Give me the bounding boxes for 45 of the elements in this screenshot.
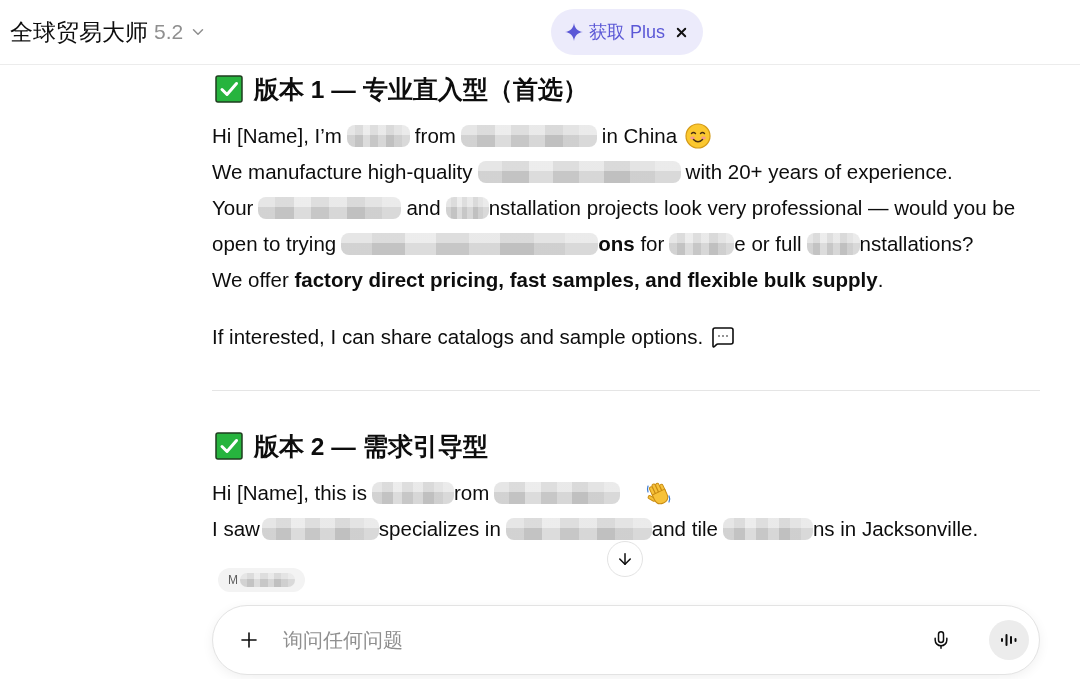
message-composer[interactable]: 询问任何问题 (212, 605, 1040, 675)
message-text: and (406, 196, 441, 220)
microphone-icon (931, 630, 951, 650)
message-text: Your (212, 196, 254, 220)
message-text: specializes in (378, 517, 501, 541)
checkmark-icon (215, 432, 243, 460)
citation-label: M (228, 573, 238, 587)
message-text: in China (601, 124, 678, 148)
message-text: nstallations? (859, 232, 974, 256)
smiling-face-icon (685, 123, 712, 149)
message-text: rom (453, 481, 490, 505)
redacted-blur (445, 197, 489, 219)
microphone-button[interactable] (931, 630, 951, 650)
speech-bubble-icon (711, 325, 736, 349)
sparkle-icon (565, 23, 583, 41)
redacted-blur (240, 573, 295, 587)
model-selector-button[interactable]: 全球贸易大师 5.2 (10, 16, 208, 48)
voice-mode-button[interactable] (989, 620, 1029, 660)
message-text: with 20+ years of experience. (685, 160, 953, 184)
arrow-down-icon (616, 550, 634, 568)
message-text: open to trying (212, 232, 337, 256)
redacted-blur (806, 233, 860, 255)
message-text: e or full (734, 232, 802, 256)
citation-chip[interactable]: M (218, 568, 305, 592)
message-input[interactable]: 询问任何问题 (281, 622, 915, 658)
message-text: Hi [Name], this is (212, 481, 367, 505)
message-text: We offer factory direct pricing, fast samples, and flexible bulk supply. (212, 268, 884, 292)
message-text: Hi [Name], I’m (212, 124, 342, 148)
message-text: and tile (651, 517, 718, 541)
message-text: ns in Jacksonville. (812, 517, 979, 541)
message-text: We manufacture high-quality (212, 160, 473, 184)
message-text: nstallation projects look very professional — would you be (488, 196, 1016, 220)
redacted-blur (669, 233, 735, 255)
message-text: from (414, 124, 456, 148)
message-text: If interested, I can share catalogs and sample options. (212, 325, 704, 349)
scroll-down-button[interactable] (607, 541, 643, 577)
message-text: ons for (598, 232, 665, 256)
waveform-icon (1000, 632, 1018, 648)
waving-hand-icon (646, 480, 673, 506)
get-plus-button[interactable]: 获取 Plus (565, 20, 666, 44)
message-text: I saw (212, 517, 260, 541)
checkmark-icon (215, 75, 243, 103)
section-heading: 版本 1 — 专业直入型（首选） (254, 74, 588, 105)
redacted-blur (346, 125, 410, 147)
section-heading: 版本 2 — 需求引导型 (254, 431, 488, 462)
